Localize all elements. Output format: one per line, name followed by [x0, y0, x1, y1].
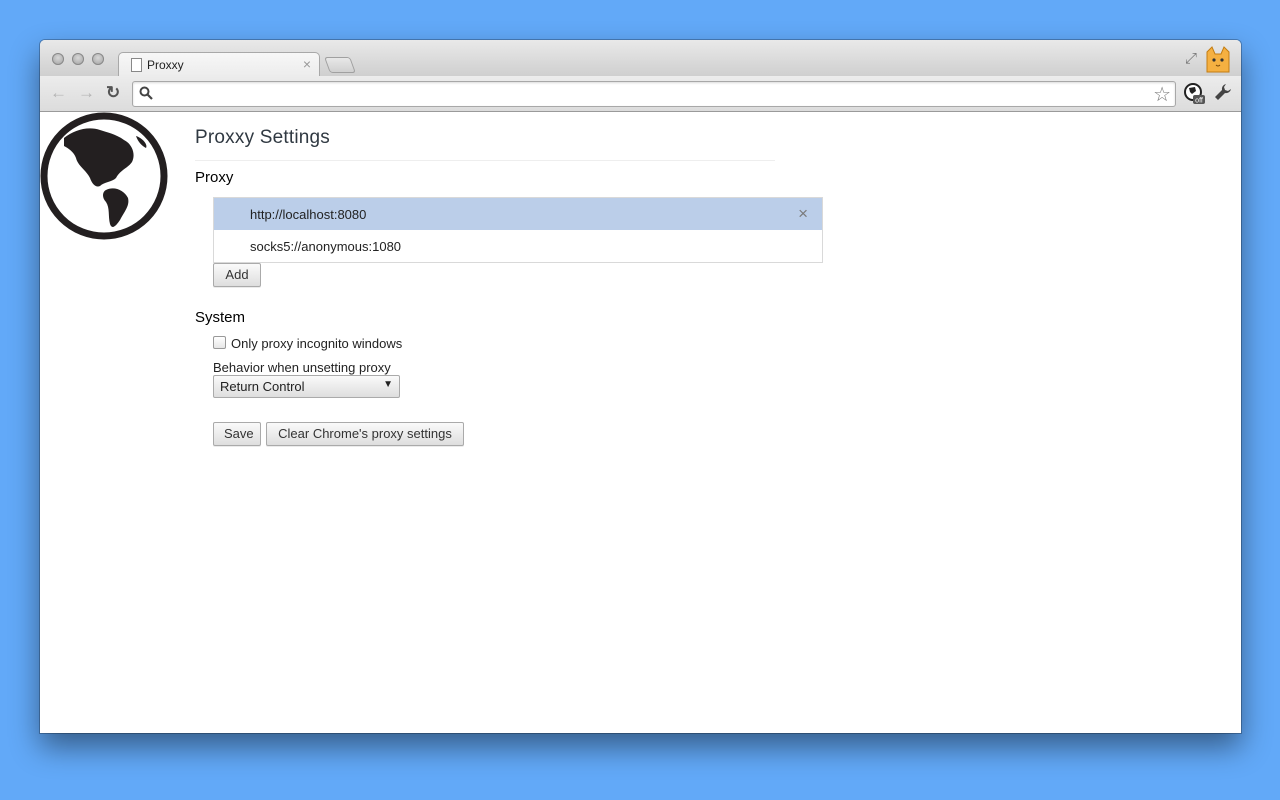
- back-arrow-icon[interactable]: ←: [50, 83, 67, 103]
- behavior-selected-value: Return Control: [220, 379, 305, 394]
- behavior-select[interactable]: Return Control ▼: [213, 375, 400, 398]
- add-proxy-button[interactable]: Add: [213, 263, 261, 287]
- proxy-section-title: Proxy: [195, 169, 234, 186]
- delete-proxy-icon[interactable]: ×: [798, 204, 808, 224]
- browser-toolbar: ← → ↻ ☆ off: [40, 76, 1241, 112]
- extension-badge: off: [1195, 98, 1203, 105]
- proxy-url: http://localhost:8080: [250, 207, 367, 222]
- tab-strip: Proxxy × ⤢: [40, 40, 1241, 77]
- reload-icon[interactable]: ↻: [106, 83, 120, 103]
- list-item[interactable]: http://localhost:8080 ×: [214, 198, 822, 230]
- wrench-icon[interactable]: [1213, 82, 1233, 102]
- search-icon: [139, 86, 153, 100]
- list-item[interactable]: socks5://anonymous:1080: [214, 230, 822, 262]
- cat-avatar-icon[interactable]: [1203, 44, 1233, 74]
- address-input[interactable]: [161, 85, 1145, 105]
- fullscreen-icon[interactable]: ⤢: [1185, 50, 1197, 67]
- tab-proxxy[interactable]: Proxxy ×: [118, 52, 320, 77]
- clear-proxy-settings-button[interactable]: Clear Chrome's proxy settings: [266, 422, 464, 446]
- globe-icon: [40, 112, 168, 240]
- forward-arrow-icon[interactable]: →: [78, 83, 95, 103]
- page-content: Proxxy Settings Proxy http://localhost:8…: [40, 112, 1241, 733]
- star-icon[interactable]: ☆: [1153, 82, 1171, 107]
- omnibox[interactable]: ☆: [132, 81, 1176, 107]
- behavior-label: Behavior when unsetting proxy: [213, 360, 391, 375]
- close-window-button[interactable]: [52, 53, 64, 65]
- page-icon: [131, 58, 142, 72]
- title-divider: [195, 160, 775, 161]
- system-section-title: System: [195, 309, 246, 326]
- browser-window: Proxxy × ⤢ ← → ↻ ☆ off Proxxy Settings P…: [40, 40, 1241, 733]
- tab-close-icon[interactable]: ×: [303, 56, 311, 72]
- tab-title: Proxxy: [147, 58, 184, 72]
- new-tab-button[interactable]: [324, 57, 356, 73]
- incognito-checkbox[interactable]: [213, 336, 226, 349]
- save-button[interactable]: Save: [213, 422, 261, 446]
- page-title: Proxxy Settings: [195, 127, 330, 148]
- minimize-window-button[interactable]: [72, 53, 84, 65]
- proxy-list: http://localhost:8080 × socks5://anonymo…: [213, 197, 823, 263]
- proxy-url: socks5://anonymous:1080: [250, 239, 402, 254]
- incognito-label: Only proxy incognito windows: [231, 336, 403, 351]
- zoom-window-button[interactable]: [92, 53, 104, 65]
- proxxy-extension-icon[interactable]: off: [1183, 82, 1205, 104]
- chevron-down-icon: ▼: [383, 379, 393, 390]
